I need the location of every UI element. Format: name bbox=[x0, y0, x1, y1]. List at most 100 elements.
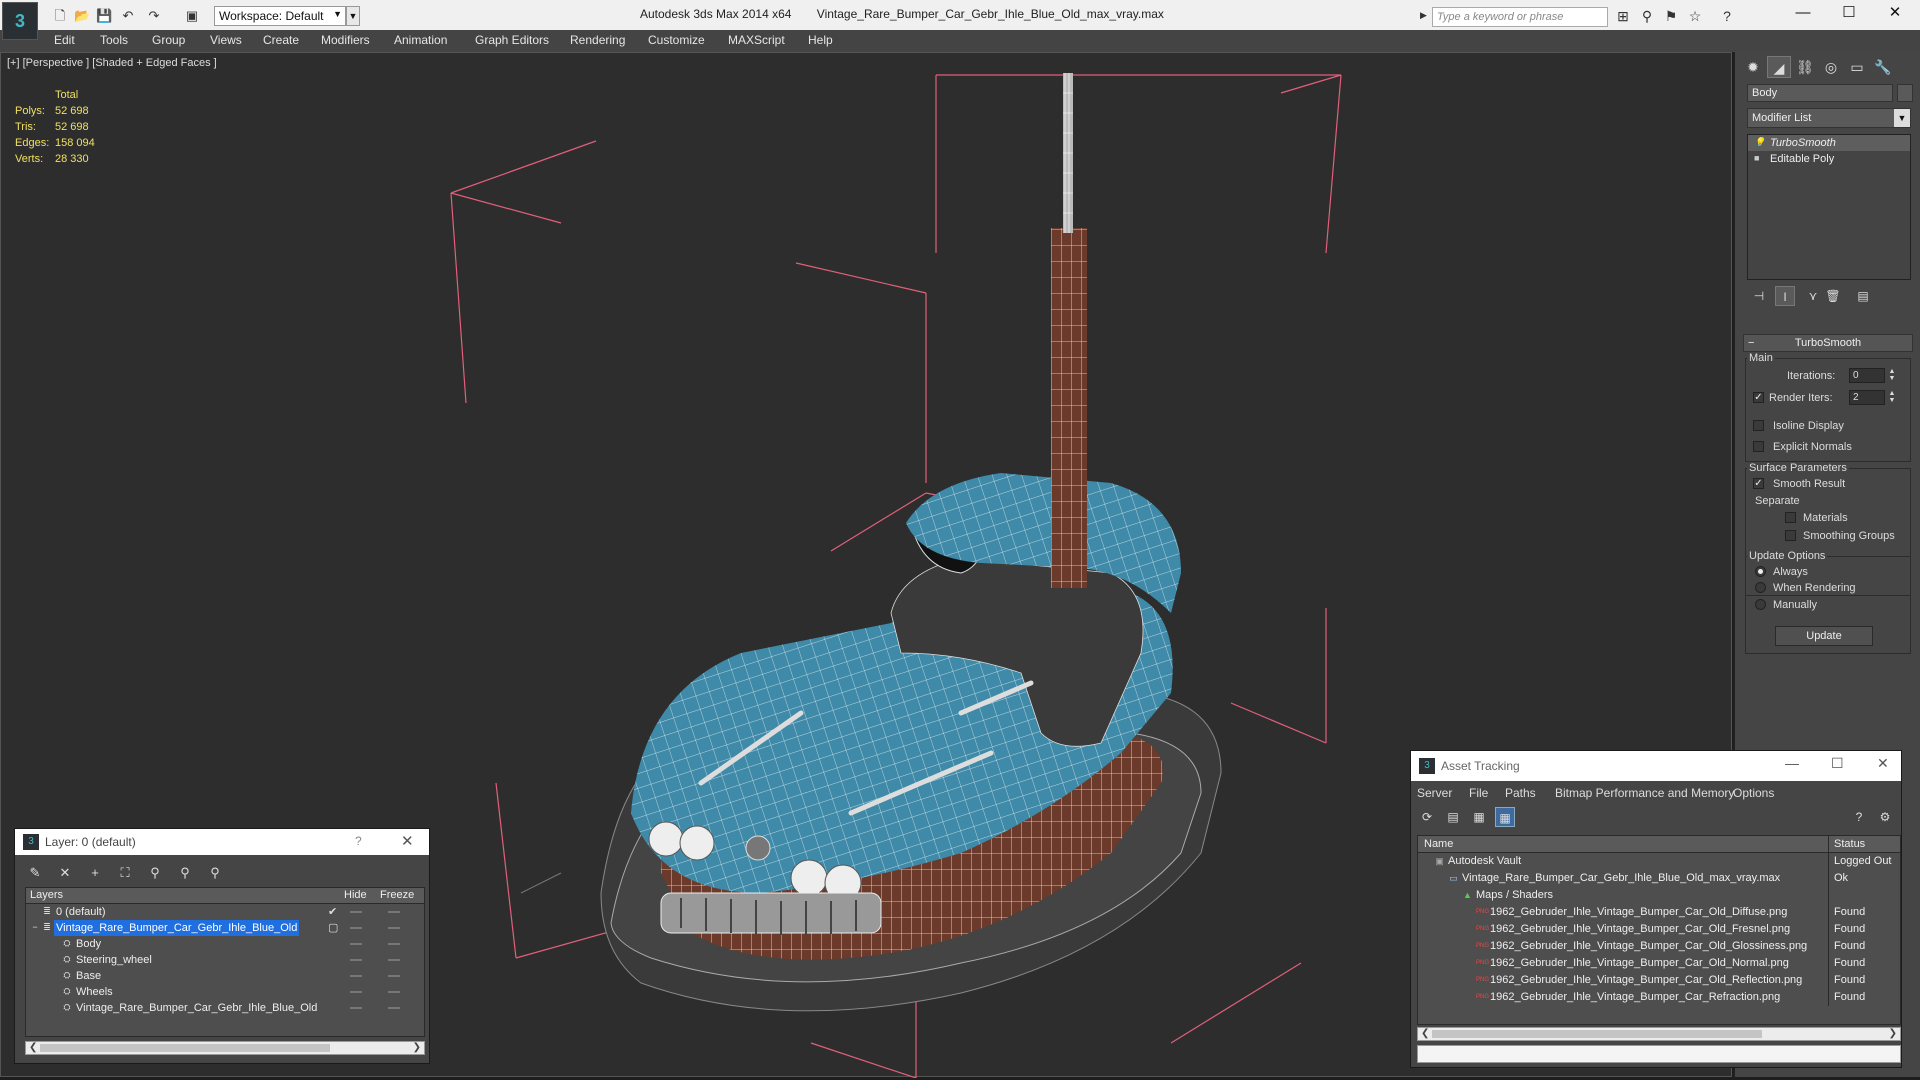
delete-layer-icon[interactable]: ✕ bbox=[55, 863, 75, 883]
close-button[interactable]: ✕ bbox=[1872, 0, 1918, 28]
freeze-layers-icon[interactable]: ⚲ bbox=[205, 863, 225, 883]
when-rendering-radio[interactable] bbox=[1755, 582, 1766, 593]
remove-modifier-icon[interactable]: 🗑 bbox=[1823, 286, 1843, 306]
layer-name[interactable]: 0 (default) bbox=[54, 904, 108, 920]
layer-name[interactable]: Body bbox=[74, 936, 103, 952]
menu-group[interactable]: Group bbox=[152, 33, 185, 47]
object-color-swatch[interactable] bbox=[1897, 84, 1913, 102]
scroll-thumb[interactable] bbox=[40, 1044, 330, 1052]
create-layer-icon[interactable]: ✎ bbox=[25, 863, 45, 883]
layer-row[interactable]: ⛭ Wheels bbox=[26, 984, 424, 1000]
scroll-left-icon[interactable]: ❮ bbox=[29, 1042, 37, 1053]
freeze-toggle[interactable] bbox=[388, 975, 400, 977]
layer-row[interactable]: ⛭ Body bbox=[26, 936, 424, 952]
binoculars-icon[interactable]: ⊞ bbox=[1614, 8, 1632, 24]
explicit-normals-checkbox[interactable] bbox=[1753, 441, 1764, 452]
hide-toggle[interactable] bbox=[350, 943, 362, 945]
menu-animation[interactable]: Animation bbox=[394, 33, 447, 47]
workspace-select[interactable]: Workspace: Default ▼ bbox=[214, 6, 346, 26]
help-icon[interactable]: ? bbox=[1718, 8, 1736, 24]
lightbulb-icon[interactable]: 💡 bbox=[1754, 137, 1765, 147]
modifier-list-dropdown[interactable]: Modifier List ▼ bbox=[1747, 108, 1911, 128]
freeze-toggle[interactable] bbox=[388, 991, 400, 993]
render-iters-spinner[interactable]: 2 bbox=[1849, 390, 1885, 405]
close-icon[interactable]: ✕ bbox=[401, 832, 414, 850]
close-icon[interactable]: ✕ bbox=[1877, 755, 1889, 772]
search-input[interactable]: Type a keyword or phrase bbox=[1432, 7, 1608, 27]
asset-tracking-titlebar[interactable]: 3 Asset Tracking — ☐ ✕ bbox=[1411, 751, 1901, 781]
hide-toggle[interactable] bbox=[350, 959, 362, 961]
menu-paths[interactable]: Paths bbox=[1505, 786, 1536, 800]
help-icon[interactable]: ? bbox=[1849, 807, 1869, 827]
materials-checkbox[interactable] bbox=[1785, 512, 1796, 523]
communication-center-icon[interactable]: ⚑ bbox=[1662, 8, 1680, 24]
smoothing-groups-checkbox[interactable] bbox=[1785, 530, 1796, 541]
favorites-star-icon[interactable]: ☆ bbox=[1686, 8, 1704, 24]
render-iters-checkbox[interactable]: ✓ bbox=[1753, 392, 1764, 403]
layer-explorer-titlebar[interactable]: 3 Layer: 0 (default) ? ✕ bbox=[15, 829, 429, 855]
layer-name[interactable]: Vintage_Rare_Bumper_Car_Gebr_Ihle_Blue_O… bbox=[54, 920, 300, 936]
hide-toggle[interactable] bbox=[350, 1007, 362, 1009]
help-icon[interactable]: ? bbox=[355, 834, 362, 848]
layer-row[interactable]: ⛭ Steering_wheel bbox=[26, 952, 424, 968]
menu-create[interactable]: Create bbox=[263, 33, 299, 47]
viewport-label[interactable]: [+] [Perspective ] [Shaded + Edged Faces… bbox=[7, 57, 217, 69]
motion-tab-icon[interactable]: ◎ bbox=[1819, 56, 1843, 78]
menu-customize[interactable]: Customize bbox=[648, 33, 705, 47]
turbosmooth-rollout-header[interactable]: − TurboSmooth bbox=[1743, 334, 1913, 352]
table-view-icon[interactable]: ▦ bbox=[1495, 807, 1515, 827]
detail-view-icon[interactable]: ▦ bbox=[1469, 807, 1489, 827]
menu-graph-editors[interactable]: Graph Editors bbox=[475, 33, 549, 47]
layer-name[interactable]: Wheels bbox=[74, 984, 115, 1000]
layer-row[interactable]: ⛭ Vintage_Rare_Bumper_Car_Gebr_Ihle_Blue_… bbox=[26, 1000, 424, 1016]
layer-name[interactable]: Base bbox=[74, 968, 103, 984]
show-end-result-icon[interactable]: I bbox=[1775, 286, 1795, 306]
scroll-thumb[interactable] bbox=[1432, 1030, 1762, 1038]
select-layer-icon[interactable]: ⚲ bbox=[145, 863, 165, 883]
asset-horizontal-scrollbar[interactable]: ❮ ❯ bbox=[1417, 1027, 1901, 1041]
freeze-toggle[interactable] bbox=[388, 927, 400, 929]
modify-tab-icon[interactable]: ◢ bbox=[1767, 56, 1791, 78]
list-view-icon[interactable]: ▤ bbox=[1443, 807, 1463, 827]
isoline-display-checkbox[interactable] bbox=[1753, 420, 1764, 431]
smooth-result-checkbox[interactable]: ✓ bbox=[1753, 478, 1764, 489]
save-file-icon[interactable]: 💾 bbox=[96, 8, 112, 24]
asset-row[interactable]: PNG 1962_Gebruder_Ihle_Vintage_Bumper_Car… bbox=[1418, 904, 1900, 921]
update-button[interactable]: Update bbox=[1775, 626, 1873, 646]
menu-modifiers[interactable]: Modifiers bbox=[321, 33, 370, 47]
column-status[interactable]: Status bbox=[1834, 838, 1865, 850]
manually-radio[interactable] bbox=[1755, 599, 1766, 610]
hide-toggle[interactable] bbox=[350, 911, 362, 913]
expand-icon[interactable]: ■ bbox=[1754, 153, 1764, 163]
active-layer-check-icon[interactable]: ✔ bbox=[328, 904, 337, 920]
column-layers[interactable]: Layers bbox=[30, 889, 63, 901]
workspace-dropdown-button[interactable]: ▼ bbox=[346, 6, 360, 26]
layer-row[interactable]: ⛭ Base bbox=[26, 968, 424, 984]
asset-path-field[interactable] bbox=[1417, 1045, 1901, 1063]
asset-row[interactable]: ▣ Autodesk Vault Logged Out bbox=[1418, 853, 1900, 870]
collapse-icon[interactable]: − bbox=[30, 922, 40, 933]
stack-item-turbosmooth[interactable]: 💡 TurboSmooth bbox=[1748, 135, 1910, 151]
new-file-icon[interactable]: 🗋 bbox=[52, 8, 68, 24]
configure-modifier-sets-icon[interactable]: ▤ bbox=[1853, 286, 1873, 306]
pin-stack-icon[interactable]: ⊣ bbox=[1749, 286, 1769, 306]
scroll-left-icon[interactable]: ❮ bbox=[1421, 1028, 1429, 1039]
column-name[interactable]: Name bbox=[1424, 838, 1453, 850]
maximize-icon[interactable]: ☐ bbox=[1831, 755, 1844, 772]
always-radio[interactable] bbox=[1755, 566, 1766, 577]
menu-edit[interactable]: Edit bbox=[54, 33, 75, 47]
object-name-field[interactable]: Body bbox=[1747, 84, 1893, 102]
menu-bitmap-performance[interactable]: Bitmap Performance and Memory bbox=[1555, 786, 1734, 800]
freeze-toggle[interactable] bbox=[388, 911, 400, 913]
minimize-icon[interactable]: — bbox=[1785, 755, 1799, 771]
hide-layers-icon[interactable]: ⚲ bbox=[175, 863, 195, 883]
add-to-layer-icon[interactable]: + bbox=[85, 863, 105, 883]
asset-row[interactable]: PNG 1962_Gebruder_Ihle_Vintage_Bumper_Car… bbox=[1418, 972, 1900, 989]
maximize-button[interactable]: ☐ bbox=[1826, 0, 1872, 28]
menu-options[interactable]: Options bbox=[1733, 786, 1774, 800]
undo-icon[interactable]: ↶ bbox=[120, 8, 136, 24]
select-objects-icon[interactable]: ⛶ bbox=[115, 863, 135, 883]
refresh-icon[interactable]: ⟳ bbox=[1417, 807, 1437, 827]
menu-views[interactable]: Views bbox=[210, 33, 242, 47]
make-unique-icon[interactable]: ⋎ bbox=[1803, 286, 1823, 306]
